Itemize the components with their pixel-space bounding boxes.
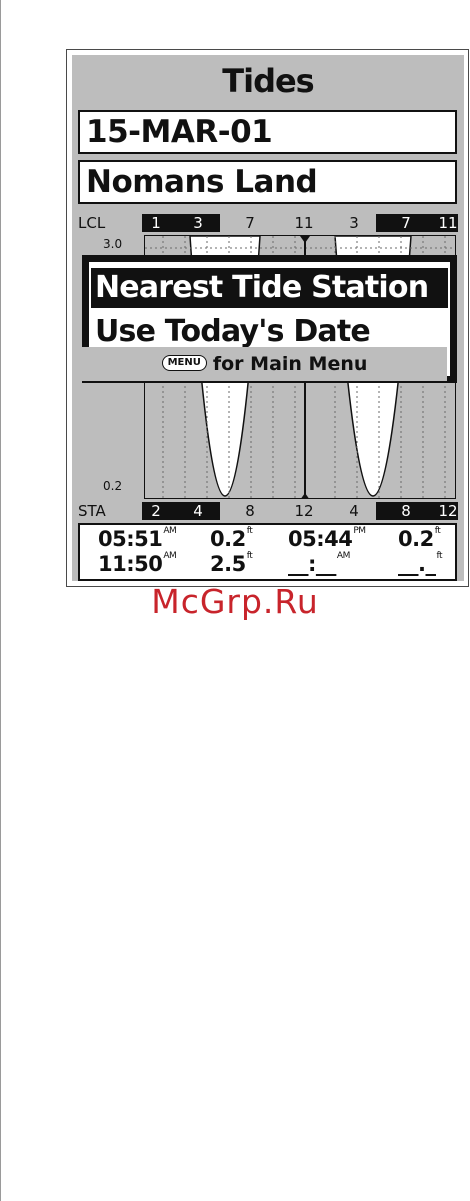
menu-footer: MENU for Main Menu: [82, 347, 447, 381]
ampm: PM: [353, 526, 366, 536]
lcl-hour: 3: [349, 214, 359, 232]
sta-hour: 12: [294, 502, 314, 520]
sta-label: STA: [78, 502, 106, 520]
unit: ft: [246, 526, 253, 536]
menu-key-icon: MENU: [161, 354, 207, 371]
sta-hour: 8: [245, 502, 255, 520]
unit: ft: [434, 526, 441, 536]
sta-hour: 8: [401, 502, 411, 520]
sta-hour: 4: [349, 502, 359, 520]
sta-hour: 2: [151, 502, 161, 520]
table-cell-height: 2.5ft: [210, 551, 253, 577]
station-time-row: STA 2 4 8 12 4 8 12: [72, 501, 464, 521]
menu-item-use-todays-date[interactable]: Use Today's Date: [91, 312, 448, 352]
unit: ft: [246, 551, 253, 561]
table-cell-time: __:__AM: [288, 551, 350, 577]
table-cell-time: 11:50AM: [98, 551, 177, 577]
lcl-hour: 7: [245, 214, 255, 232]
sta-hour: 4: [193, 502, 203, 520]
station-field[interactable]: Nomans Land: [78, 160, 457, 204]
tide-table: 05:51AM 0.2ft 05:44PM 0.2ft 11:50AM 2.5f…: [78, 523, 457, 581]
y-min-label: 0.2: [103, 479, 123, 493]
lcl-hour: 11: [294, 214, 314, 232]
menu-footer-text: for Main Menu: [212, 353, 368, 375]
date-field[interactable]: 15-MAR-01: [78, 110, 457, 154]
ampm: AM: [163, 551, 177, 561]
lcl-hour: 11: [438, 214, 458, 232]
lcl-hour: 7: [401, 214, 411, 232]
ampm: AM: [336, 551, 350, 561]
page-title: Tides: [222, 62, 314, 100]
tides-screen: Tides 15-MAR-01 Nomans Land LCL 1 3 7 11…: [72, 55, 464, 581]
lcl-label: LCL: [78, 214, 106, 232]
table-cell-height: 0.2ft: [398, 526, 441, 552]
menu-item-nearest-tide-station[interactable]: Nearest Tide Station: [91, 268, 448, 308]
lcl-hour: 3: [193, 214, 203, 232]
local-time-row: LCL 1 3 7 11 3 7 11: [72, 213, 464, 233]
table-cell-time: 05:44PM: [288, 526, 366, 552]
y-max-label: 3.0: [103, 237, 123, 251]
table-cell-height: __._ft: [398, 551, 443, 577]
unit: ft: [436, 551, 443, 561]
watermark: McGrp.Ru: [151, 582, 319, 621]
sta-hour: 12: [438, 502, 458, 520]
table-cell-height: 0.2ft: [210, 526, 253, 552]
lcl-hour: 1: [151, 214, 161, 232]
table-cell-time: 05:51AM: [98, 526, 177, 552]
ampm: AM: [163, 526, 177, 536]
